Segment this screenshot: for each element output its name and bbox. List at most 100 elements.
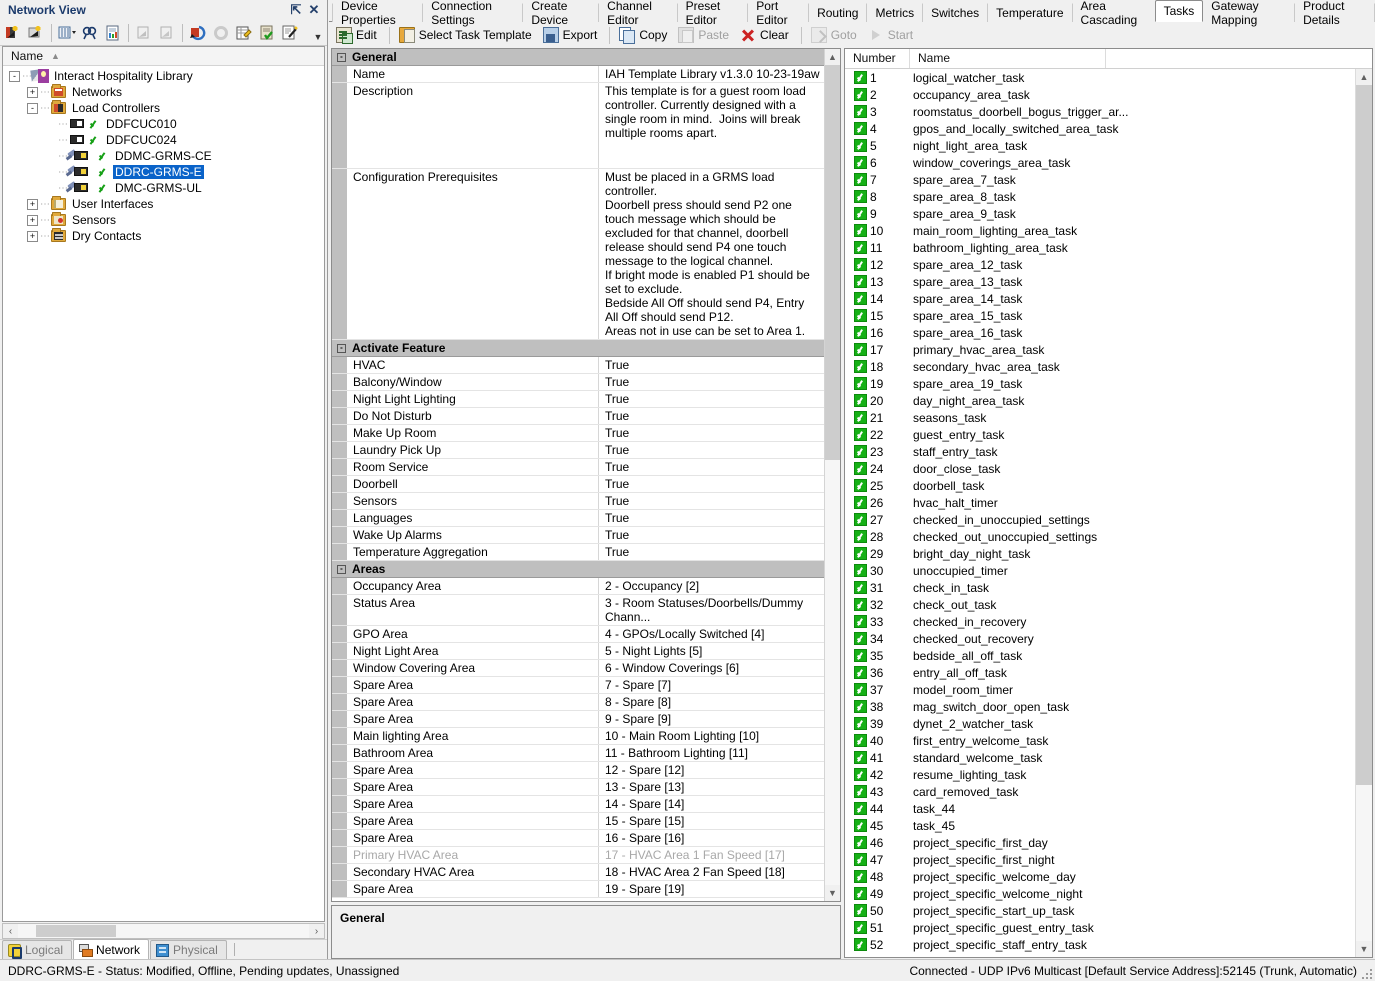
tree-item[interactable]: ⋯DDMC-GRMS-CE xyxy=(3,148,324,164)
task-enabled-checkbox[interactable] xyxy=(854,275,867,288)
task-row[interactable]: 7spare_area_7_task xyxy=(845,171,1355,188)
property-value[interactable]: 19 - Spare [19] xyxy=(599,881,824,897)
task-row[interactable]: 4gpos_and_locally_switched_area_task xyxy=(845,120,1355,137)
tree-column-header[interactable]: Name ▲ xyxy=(3,47,324,66)
property-row[interactable]: Do Not DisturbTrue xyxy=(332,408,824,425)
task-row[interactable]: 47project_specific_first_night xyxy=(845,851,1355,868)
task-row[interactable]: 28checked_out_unoccupied_settings xyxy=(845,528,1355,545)
property-value[interactable]: True xyxy=(599,357,824,373)
task-enabled-checkbox[interactable] xyxy=(854,71,867,84)
scroll-down-icon[interactable]: ▼ xyxy=(1356,941,1372,957)
tab-tasks[interactable]: Tasks xyxy=(1155,0,1204,22)
task-enabled-checkbox[interactable] xyxy=(854,105,867,118)
task-enabled-checkbox[interactable] xyxy=(854,343,867,356)
property-value[interactable]: 5 - Night Lights [5] xyxy=(599,643,824,659)
task-row[interactable]: 38mag_switch_door_open_task xyxy=(845,698,1355,715)
property-value[interactable]: True xyxy=(599,425,824,441)
property-row[interactable]: DescriptionThis template is for a guest … xyxy=(332,83,824,169)
resize-grip-icon[interactable] xyxy=(1360,967,1372,979)
task-row[interactable]: 16spare_area_16_task xyxy=(845,324,1355,341)
task-row[interactable]: 3roomstatus_doorbell_bogus_trigger_ar... xyxy=(845,103,1355,120)
task-row[interactable]: 22guest_entry_task xyxy=(845,426,1355,443)
property-row[interactable]: Configuration PrerequisitesMust be place… xyxy=(332,169,824,340)
add-area-icon[interactable] xyxy=(25,22,47,44)
tab-gateway-mapping[interactable]: Gateway Mapping xyxy=(1202,3,1295,22)
property-row[interactable]: SensorsTrue xyxy=(332,493,824,510)
tab-connection-settings[interactable]: Connection Settings xyxy=(422,3,523,22)
scroll-up-icon[interactable]: ▲ xyxy=(825,49,840,65)
export-grid-icon[interactable] xyxy=(156,22,178,44)
property-value[interactable]: 17 - HVAC Area 1 Fan Speed [17] xyxy=(599,847,824,863)
property-value[interactable]: 4 - GPOs/Locally Switched [4] xyxy=(599,626,824,642)
task-enabled-checkbox[interactable] xyxy=(854,411,867,424)
tree-item[interactable]: +⋯Networks xyxy=(3,84,324,100)
task-enabled-checkbox[interactable] xyxy=(854,326,867,339)
task-row[interactable]: 5night_light_area_task xyxy=(845,137,1355,154)
task-enabled-checkbox[interactable] xyxy=(854,530,867,543)
columns-icon[interactable] xyxy=(56,22,78,44)
task-row[interactable]: 39dynet_2_watcher_task xyxy=(845,715,1355,732)
property-row[interactable]: Spare Area9 - Spare [9] xyxy=(332,711,824,728)
property-row[interactable]: Main lighting Area10 - Main Room Lightin… xyxy=(332,728,824,745)
property-grid[interactable]: -GeneralNameIAH Template Library v1.3.0 … xyxy=(331,48,841,902)
property-row[interactable]: Bathroom Area11 - Bathroom Lighting [11] xyxy=(332,745,824,762)
property-value[interactable]: 8 - Spare [8] xyxy=(599,694,824,710)
export-button[interactable]: Export xyxy=(540,24,604,46)
task-enabled-checkbox[interactable] xyxy=(854,904,867,917)
tree-item[interactable]: ⋯DMC-GRMS-UL xyxy=(3,180,324,196)
edit-button[interactable]: Edit xyxy=(333,24,383,46)
view-tab-network[interactable]: Network xyxy=(73,939,149,959)
task-row[interactable]: 36entry_all_off_task xyxy=(845,664,1355,681)
property-value[interactable]: 12 - Spare [12] xyxy=(599,762,824,778)
scroll-up-icon[interactable]: ▲ xyxy=(1356,69,1372,85)
select-task-template-button[interactable]: Select Task Template xyxy=(396,24,538,46)
task-enabled-checkbox[interactable] xyxy=(854,751,867,764)
task-row[interactable]: 41standard_welcome_task xyxy=(845,749,1355,766)
task-enabled-checkbox[interactable] xyxy=(854,190,867,203)
task-enabled-checkbox[interactable] xyxy=(854,819,867,832)
task-enabled-checkbox[interactable] xyxy=(854,666,867,679)
property-row[interactable]: Night Light LightingTrue xyxy=(332,391,824,408)
expand-icon[interactable]: + xyxy=(27,199,38,210)
property-row[interactable]: Spare Area8 - Spare [8] xyxy=(332,694,824,711)
property-value[interactable]: True xyxy=(599,544,824,560)
task-enabled-checkbox[interactable] xyxy=(854,853,867,866)
task-enabled-checkbox[interactable] xyxy=(854,785,867,798)
property-value[interactable]: This template is for a guest room load c… xyxy=(599,83,824,168)
task-enabled-checkbox[interactable] xyxy=(854,547,867,560)
tl-vscroll-track[interactable] xyxy=(1356,85,1372,941)
property-row[interactable]: Night Light Area5 - Night Lights [5] xyxy=(332,643,824,660)
task-enabled-checkbox[interactable] xyxy=(854,734,867,747)
property-value[interactable]: 18 - HVAC Area 2 Fan Speed [18] xyxy=(599,864,824,880)
task-row[interactable]: 45task_45 xyxy=(845,817,1355,834)
property-value[interactable]: True xyxy=(599,527,824,543)
tab-area-cascading[interactable]: Area Cascading xyxy=(1072,3,1156,22)
tree-item[interactable]: -⋯Load Controllers xyxy=(3,100,324,116)
tree-item[interactable]: ⋯DDRC-GRMS-E xyxy=(3,164,324,180)
task-row[interactable]: 6window_coverings_area_task xyxy=(845,154,1355,171)
expand-icon[interactable]: + xyxy=(27,87,38,98)
task-enabled-checkbox[interactable] xyxy=(854,309,867,322)
task-row[interactable]: 23staff_entry_task xyxy=(845,443,1355,460)
tree-item[interactable]: +⋯Sensors xyxy=(3,212,324,228)
property-grid-vertical-scrollbar[interactable]: ▲ ▼ xyxy=(824,49,840,901)
task-enabled-checkbox[interactable] xyxy=(854,224,867,237)
property-value[interactable]: True xyxy=(599,459,824,475)
find-icon[interactable] xyxy=(79,22,101,44)
property-row[interactable]: Status Area3 - Room Statuses/Doorbells/D… xyxy=(332,595,824,626)
property-row[interactable]: Spare Area12 - Spare [12] xyxy=(332,762,824,779)
property-row[interactable]: Spare Area19 - Spare [19] xyxy=(332,881,824,898)
task-enabled-checkbox[interactable] xyxy=(854,887,867,900)
task-row[interactable]: 2occupancy_area_task xyxy=(845,86,1355,103)
property-value[interactable]: True xyxy=(599,408,824,424)
property-row[interactable]: LanguagesTrue xyxy=(332,510,824,527)
task-enabled-checkbox[interactable] xyxy=(854,836,867,849)
pg-vscroll-thumb[interactable] xyxy=(825,65,840,460)
task-row[interactable]: 42resume_lighting_task xyxy=(845,766,1355,783)
expand-icon[interactable]: + xyxy=(27,231,38,242)
scroll-right-icon[interactable]: › xyxy=(309,926,324,937)
expand-icon[interactable]: + xyxy=(27,215,38,226)
task-list[interactable]: Number Name 1logical_watcher_task2occupa… xyxy=(844,48,1373,958)
scroll-left-icon[interactable]: ‹ xyxy=(3,926,18,937)
view-tab-logical[interactable]: Logical xyxy=(2,940,72,959)
